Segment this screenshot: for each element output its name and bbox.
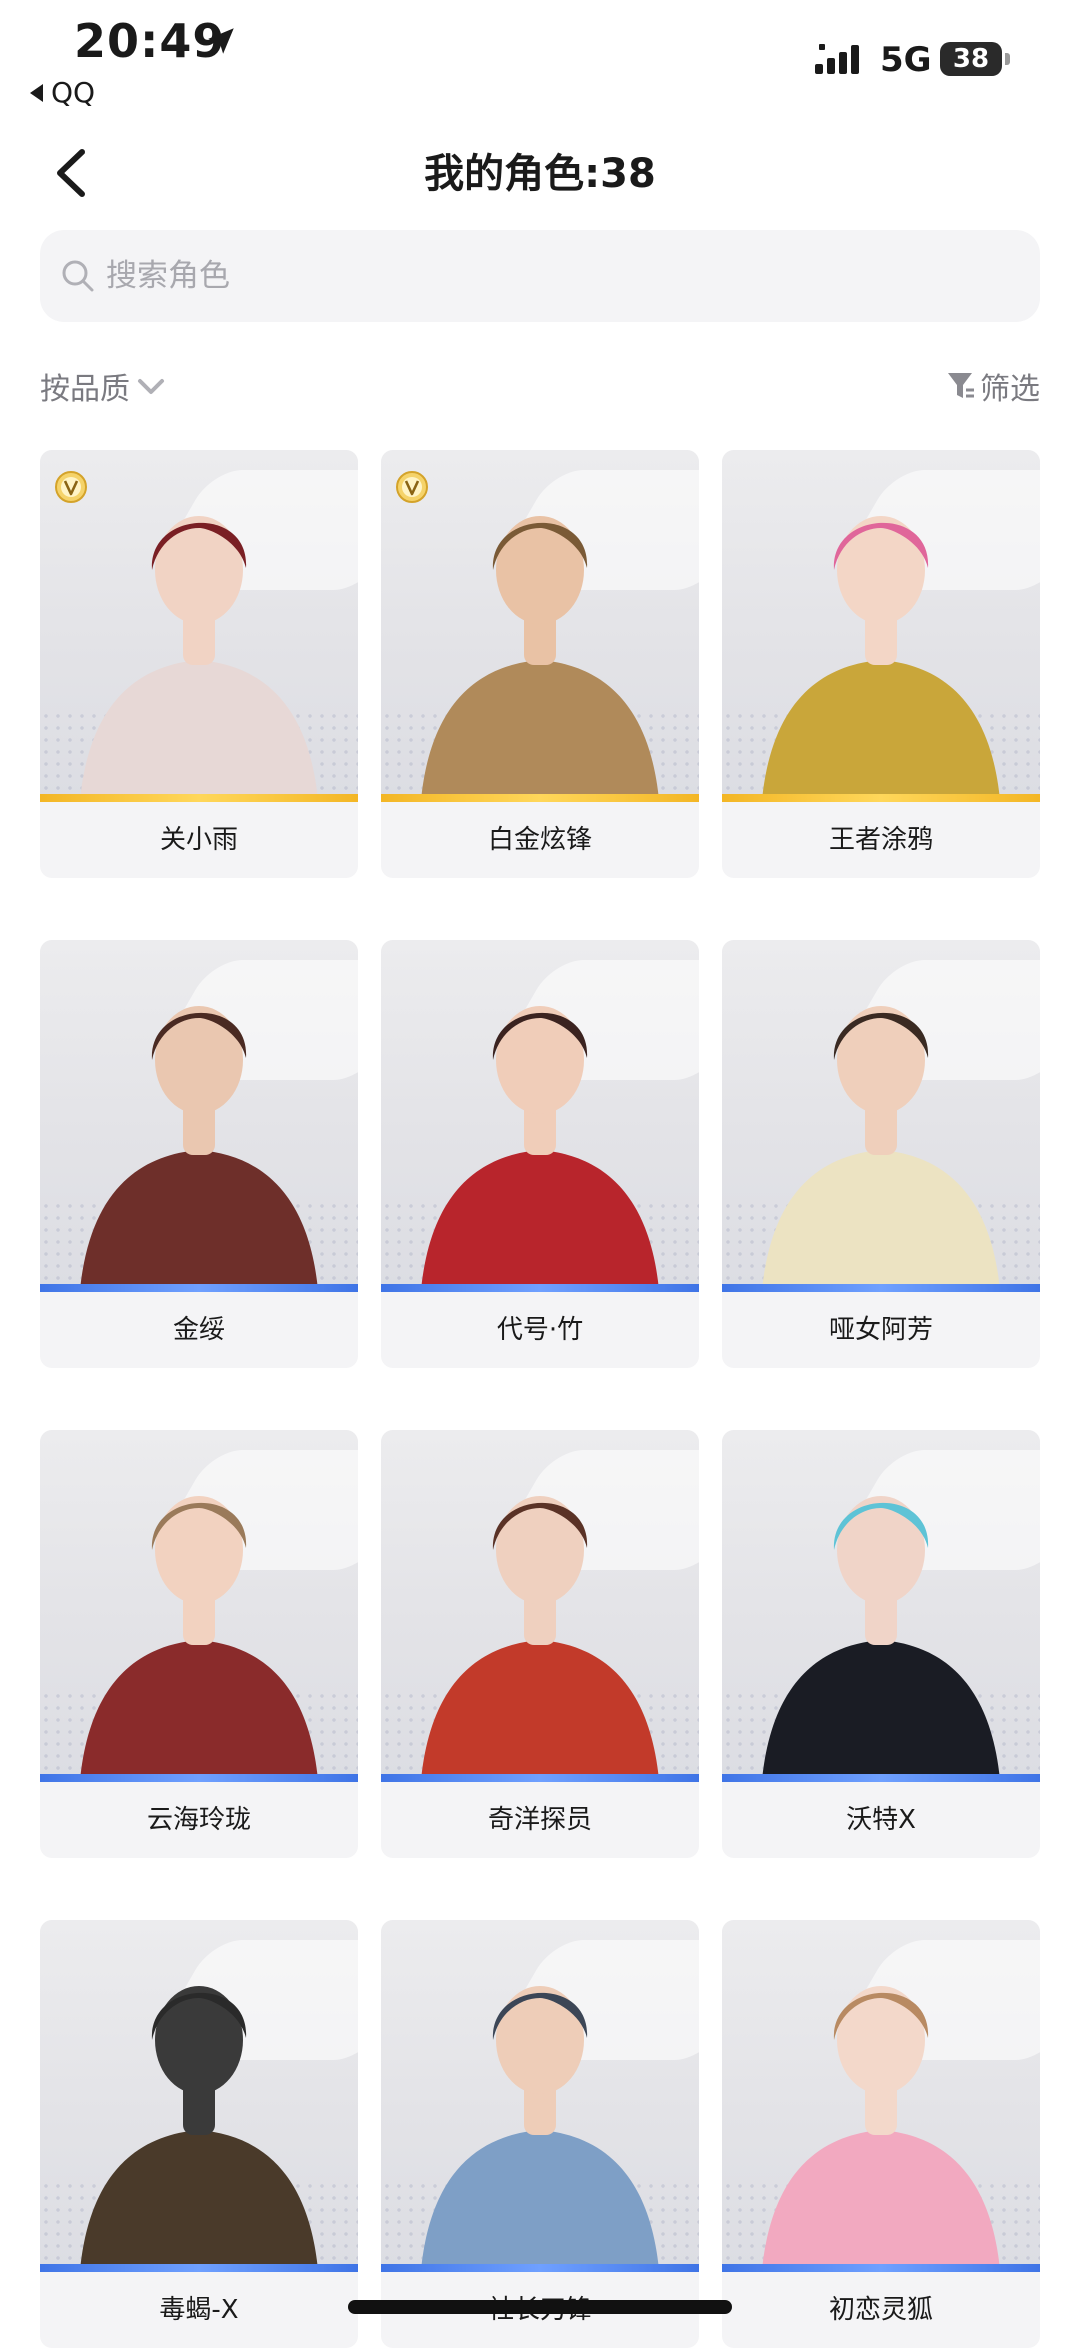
status-bar: 20:49 QQ 5G 38 (0, 0, 1080, 120)
character-card[interactable]: 白金炫锋 (381, 450, 699, 878)
character-figure-icon (762, 1986, 1000, 2270)
character-portrait (722, 450, 1040, 800)
sort-by-quality-dropdown[interactable]: 按品质 (40, 364, 166, 408)
character-figure-icon (421, 1986, 659, 2270)
character-card[interactable]: 哑女阿芳 (722, 940, 1040, 1368)
chevron-down-icon (138, 379, 164, 394)
quality-bar (40, 794, 358, 802)
network-type: 5G (880, 40, 932, 80)
character-figure-icon (762, 516, 1000, 800)
character-card[interactable]: 毒蝎-X (40, 1920, 358, 2348)
search-icon (62, 260, 94, 292)
quality-bar (722, 1284, 1040, 1292)
character-name: 代号·竹 (496, 1315, 584, 1345)
quality-bar (40, 1284, 358, 1292)
filter-button[interactable]: 筛选 (946, 364, 1040, 408)
back-triangle-icon (30, 83, 43, 102)
character-figure-icon (80, 1496, 318, 1780)
character-name: 奇洋探员 (487, 1805, 592, 1835)
quality-bar (381, 1284, 699, 1292)
character-portrait (722, 1430, 1040, 1780)
character-card[interactable]: 沃特X (722, 1430, 1040, 1858)
character-portrait (381, 940, 699, 1290)
character-portrait (40, 1430, 358, 1780)
character-name: 金绥 (172, 1315, 225, 1345)
battery-cap-icon (1005, 53, 1010, 65)
status-time: 20:49 (74, 14, 226, 68)
back-to-app-label: QQ (51, 76, 96, 109)
character-name: 白金炫锋 (487, 825, 592, 855)
character-figure-icon (421, 1006, 659, 1290)
character-figure-icon (80, 1986, 318, 2270)
character-portrait (722, 1920, 1040, 2270)
quality-bar (381, 1774, 699, 1782)
character-name: 云海玲珑 (146, 1805, 251, 1835)
character-figure-icon (762, 1006, 1000, 1290)
quality-bar (40, 1774, 358, 1782)
quality-bar (40, 2264, 358, 2272)
home-indicator[interactable] (348, 2300, 732, 2314)
back-to-app-link[interactable]: QQ (30, 76, 95, 109)
character-card[interactable]: 社长刀锋 (381, 1920, 699, 2348)
quality-bar (381, 2264, 699, 2272)
character-card[interactable]: 代号·竹 (381, 940, 699, 1368)
quality-bar (722, 2264, 1040, 2272)
character-name: 沃特X (846, 1805, 916, 1835)
character-figure-icon (421, 1496, 659, 1780)
sort-label: 按品质 (40, 372, 130, 407)
quality-bar (381, 794, 699, 802)
character-name: 关小雨 (159, 825, 238, 855)
character-name: 哑女阿芳 (828, 1315, 933, 1345)
character-card[interactable]: 王者涂鸦 (722, 450, 1040, 878)
search-box[interactable] (40, 230, 1040, 322)
filter-label: 筛选 (980, 372, 1040, 407)
back-arrow-icon[interactable] (48, 146, 94, 200)
character-figure-icon (762, 1496, 1000, 1780)
character-card[interactable]: 金绥 (40, 940, 358, 1368)
character-portrait (381, 1430, 699, 1780)
character-portrait (40, 940, 358, 1290)
quality-bar (722, 794, 1040, 802)
character-card[interactable]: 关小雨 (40, 450, 358, 878)
character-portrait (722, 940, 1040, 1290)
page-title: 我的角色:38 (424, 151, 656, 197)
cellular-signal-icon (815, 44, 859, 74)
quality-bar (722, 1774, 1040, 1782)
search-input[interactable] (104, 257, 1008, 295)
vip-badge-icon (396, 471, 428, 503)
character-figure-icon (80, 1006, 318, 1290)
character-portrait (40, 1920, 358, 2270)
location-arrow-icon (208, 28, 234, 54)
character-card[interactable]: 云海玲珑 (40, 1430, 358, 1858)
filter-funnel-icon (948, 373, 974, 398)
character-card[interactable]: 奇洋探员 (381, 1430, 699, 1858)
character-card[interactable]: 初恋灵狐 (722, 1920, 1040, 2348)
battery-indicator: 38 (940, 42, 1002, 76)
character-name: 王者涂鸦 (828, 825, 933, 855)
vip-badge-icon (55, 471, 87, 503)
character-portrait (381, 1920, 699, 2270)
